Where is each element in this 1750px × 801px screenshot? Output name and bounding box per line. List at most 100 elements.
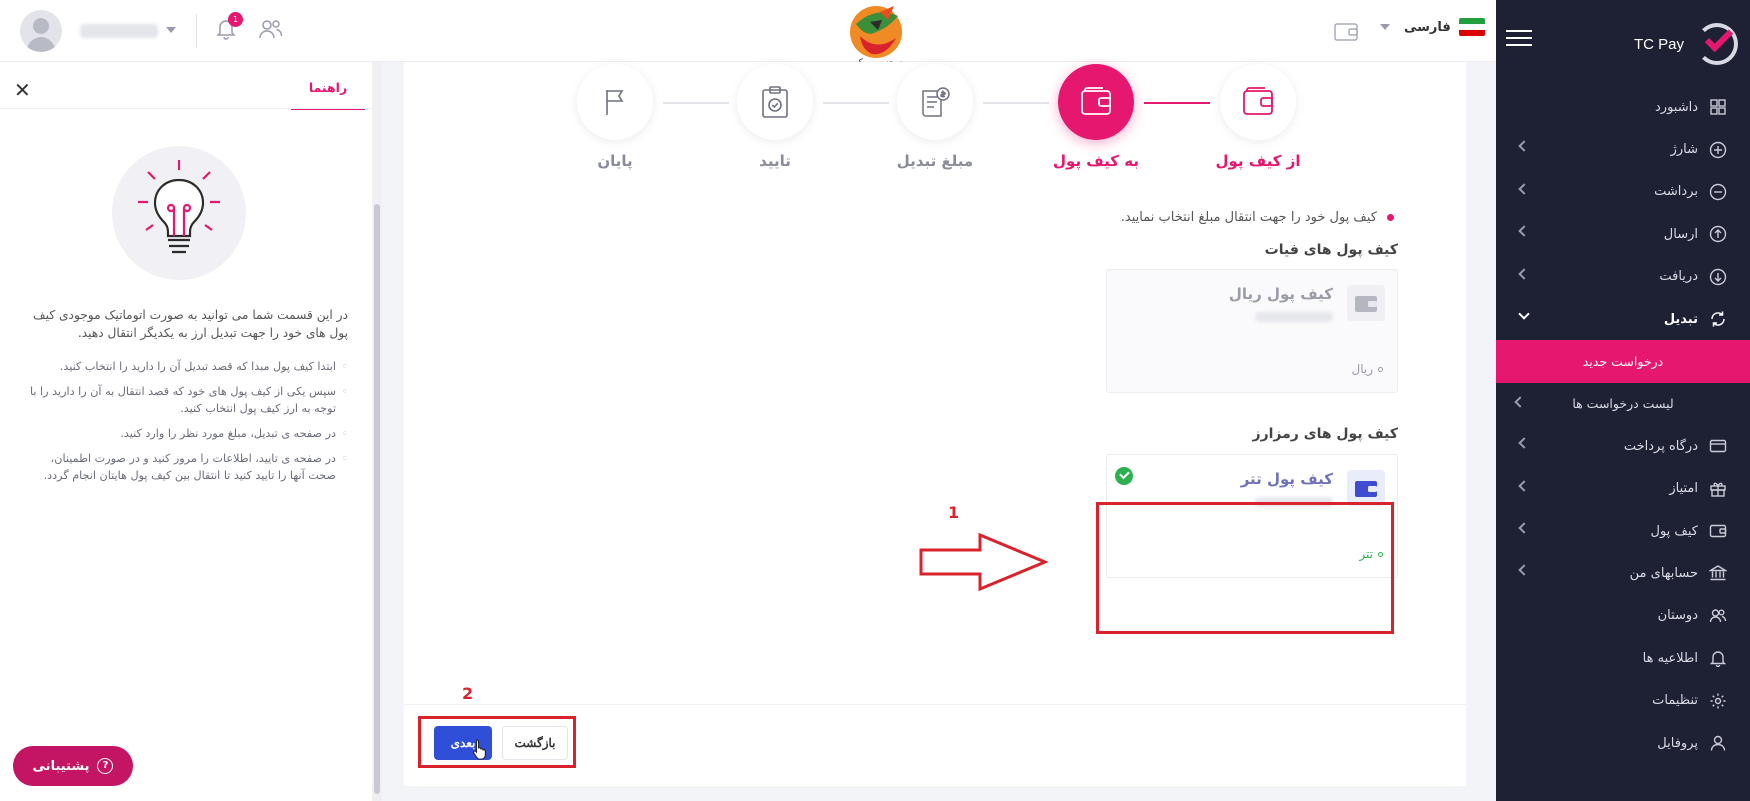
chevron-left-icon — [1514, 396, 1526, 408]
step-from-wallet: از کیف پول — [1216, 64, 1300, 170]
chevron-down-icon[interactable] — [166, 27, 176, 33]
brand-logo-icon — [1694, 21, 1740, 67]
hamburger-menu-icon[interactable] — [1506, 30, 1532, 50]
sidebar-item-friends[interactable]: دوستان — [1496, 595, 1750, 637]
check-circle-icon — [1115, 467, 1133, 485]
step-label: به کیف پول — [1053, 152, 1139, 170]
language-label: فارسی — [1404, 19, 1451, 35]
help-steps-list: ابتدا کیف پول مبدا که قصد تبدیل آن را دا… — [28, 358, 348, 492]
list-item: ابتدا کیف پول مبدا که قصد تبدیل آن را دا… — [28, 358, 348, 375]
wallet-balance-blurred — [1255, 312, 1333, 322]
card-icon — [1708, 436, 1728, 456]
sidebar-item-my-accounts[interactable]: حسابهای من — [1496, 552, 1750, 594]
wallet-icon — [1058, 64, 1134, 140]
sidebar-item-label: تنظیمات — [1652, 693, 1698, 709]
sidebar-item-label: برداشت — [1654, 184, 1698, 200]
step-label: از کیف پول — [1215, 152, 1301, 170]
support-button[interactable]: ? پشتیبانی — [13, 746, 133, 786]
sidebar-item-dashboard[interactable]: داشبورد — [1496, 86, 1750, 128]
sidebar-item-label: درگاه پرداخت — [1623, 438, 1698, 454]
brand-name: TC Pay — [1633, 35, 1684, 53]
close-icon[interactable]: ✕ — [14, 78, 31, 102]
sidebar-item-settings[interactable]: تنظیمات — [1496, 679, 1750, 721]
annotation-box-wallet — [1096, 502, 1394, 634]
clipboard-check-icon — [737, 64, 813, 140]
wallet-icon — [1347, 285, 1385, 321]
sidebar-item-payment-gateway[interactable]: درگاه پرداخت — [1496, 425, 1750, 467]
iran-flag-icon — [1458, 18, 1485, 36]
wallet-icon — [1220, 64, 1296, 140]
support-button-label: پشتیبانی — [32, 758, 90, 774]
sidebar-item-label: امتیاز — [1669, 481, 1698, 497]
list-item: در صفحه ی تایید، اطلاعات را مرور کنید و … — [28, 450, 348, 484]
crypto-section-title: کیف پول های رمزارز — [1252, 426, 1398, 442]
sidebar-subitem-new-request[interactable]: درخواست جدید — [1496, 340, 1750, 383]
arrow-up-circle-icon — [1708, 224, 1728, 244]
scrollbar-thumb[interactable] — [374, 204, 380, 794]
hand-cursor-icon — [473, 739, 486, 760]
sidebar-item-profile[interactable]: پروفایل — [1496, 722, 1750, 764]
sidebar-item-label: داشبورد — [1655, 99, 1698, 115]
sidebar-subitem-request-list[interactable]: لیست درخواست ها — [1496, 383, 1750, 425]
wallet-icon[interactable] — [1334, 22, 1358, 42]
tab-guide[interactable]: راهنما — [291, 74, 365, 110]
step-connector — [983, 102, 1049, 104]
avatar[interactable] — [20, 10, 62, 52]
refresh-icon — [1708, 309, 1728, 329]
bell-icon — [1708, 648, 1728, 668]
gift-icon — [1708, 479, 1728, 499]
instruction: کیف پول خود را جهت انتقال مبلغ انتخاب نم… — [1121, 210, 1394, 225]
sidebar-item-withdraw[interactable]: برداشت — [1496, 171, 1750, 213]
wallet-currency-label: ریال — [1351, 362, 1373, 376]
sidebar-item-label: کیف پول — [1650, 523, 1698, 539]
divider — [0, 108, 372, 109]
arrow-down-circle-icon — [1708, 267, 1728, 287]
sidebar-item-label: حسابهای من — [1629, 565, 1698, 581]
divider — [404, 704, 1466, 705]
wallet-icon — [1347, 470, 1385, 506]
minus-circle-icon — [1708, 182, 1728, 202]
sidebar-item-label: دوستان — [1657, 608, 1698, 624]
wallet-icon — [1708, 521, 1728, 541]
sidebar-item-wallet[interactable]: کیف پول — [1496, 510, 1750, 552]
divider — [196, 14, 197, 48]
sidebar-item-label: شارژ — [1670, 142, 1698, 158]
sidebar-item-notifications[interactable]: اطلاعیه ها — [1496, 637, 1750, 679]
help-intro-text: در این قسمت شما می توانید به صورت اتومات… — [33, 308, 348, 340]
lightbulb-illustration — [112, 146, 246, 280]
chevron-down-icon — [1380, 24, 1390, 30]
step-amount: مبلغ تبدیل — [897, 64, 973, 170]
user-icon — [1708, 733, 1728, 753]
sidebar-item-exchange[interactable]: تبدیل — [1496, 298, 1750, 340]
users-icon[interactable] — [258, 17, 286, 43]
arrow-right-icon — [919, 532, 1048, 592]
fiat-section-title: کیف پول های فیات — [1264, 242, 1398, 258]
sidebar-item-label: اطلاعیه ها — [1642, 650, 1698, 666]
dashboard-icon — [1708, 97, 1728, 117]
invoice-dollar-icon — [897, 64, 973, 140]
bullet — [1387, 214, 1394, 221]
sidebar-item-label: تبدیل — [1663, 311, 1698, 327]
step-connector-done — [1144, 102, 1210, 104]
step-label: تایید — [759, 152, 791, 170]
sidebar-subitem-label: درخواست جدید — [1582, 354, 1664, 370]
sidebar-item-points[interactable]: امتیاز — [1496, 468, 1750, 510]
step-connector — [823, 102, 889, 104]
step-label: پایان — [597, 152, 633, 170]
brand[interactable]: TC Pay — [1634, 16, 1740, 72]
wallet-card-rial[interactable]: کیف پول ریال ریال — [1106, 269, 1398, 393]
sidebar-item-receive[interactable]: دریافت — [1496, 256, 1750, 298]
sidebar: TC Pay داشبورد شارژ برداشت ارسال دریافت … — [1496, 0, 1750, 801]
step-connector — [663, 102, 729, 104]
question-icon: ? — [97, 758, 114, 774]
annotation-box-buttons — [418, 716, 576, 768]
notification-badge: 1 — [228, 12, 243, 27]
sidebar-subitem-label: لیست درخواست ها — [1572, 396, 1674, 412]
gear-icon — [1708, 691, 1728, 711]
user-name-blurred[interactable] — [80, 24, 158, 38]
sidebar-item-send[interactable]: ارسال — [1496, 213, 1750, 255]
instruction-text: کیف پول خود را جهت انتقال مبلغ انتخاب نم… — [1120, 210, 1377, 225]
sidebar-item-charge[interactable]: شارژ — [1496, 128, 1750, 170]
bank-icon — [1708, 563, 1728, 583]
language-selector[interactable]: فارسی — [1380, 18, 1485, 36]
